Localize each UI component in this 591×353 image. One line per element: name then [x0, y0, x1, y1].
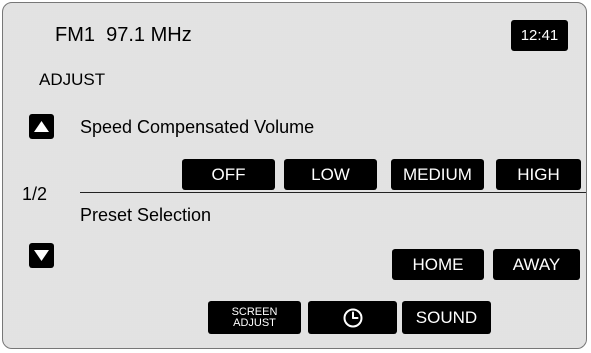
speed-volume-off-label: OFF	[211, 165, 246, 184]
speed-volume-high-label: HIGH	[517, 165, 560, 184]
screen-adjust-label-line2: ADJUST	[233, 316, 276, 329]
speed-volume-medium-label: MEDIUM	[403, 165, 472, 184]
clock-icon	[343, 308, 362, 327]
speed-compensated-volume-label: Speed Compensated Volume	[80, 117, 315, 137]
section-divider	[80, 192, 586, 193]
sound-button[interactable]: SOUND	[402, 301, 491, 334]
page-indicator: 1/2	[22, 184, 48, 204]
speed-volume-low-label: LOW	[311, 165, 350, 184]
preset-selection-label: Preset Selection	[80, 205, 212, 225]
preset-home-label: HOME	[412, 255, 464, 274]
clock-time: 12:41	[520, 27, 559, 44]
radio-display: FM1 97.1 MHz 12:41 ADJUST Speed Compensa…	[2, 2, 587, 349]
screen-adjust-label-line1: SCREEN	[231, 305, 278, 318]
speed-volume-high-button[interactable]: HIGH	[496, 159, 581, 190]
sound-label: SOUND	[415, 308, 478, 327]
speed-volume-off-button[interactable]: OFF	[182, 159, 275, 190]
speed-volume-medium-button[interactable]: MEDIUM	[391, 159, 484, 190]
clock-button[interactable]: 12:41	[511, 20, 568, 51]
screen-adjust-button[interactable]: SCREEN ADJUST	[208, 301, 301, 334]
down-arrow-icon	[34, 250, 49, 261]
scroll-up-button[interactable]	[29, 114, 54, 139]
preset-away-button[interactable]: AWAY	[493, 249, 580, 280]
clock-settings-button[interactable]	[308, 301, 397, 334]
up-arrow-icon	[34, 121, 49, 132]
scroll-down-button[interactable]	[29, 243, 54, 268]
preset-home-button[interactable]: HOME	[392, 249, 484, 280]
speed-volume-low-button[interactable]: LOW	[284, 159, 377, 190]
page-title: ADJUST	[39, 70, 106, 89]
preset-away-label: AWAY	[512, 255, 561, 274]
station-frequency: FM1 97.1 MHz	[55, 24, 192, 46]
